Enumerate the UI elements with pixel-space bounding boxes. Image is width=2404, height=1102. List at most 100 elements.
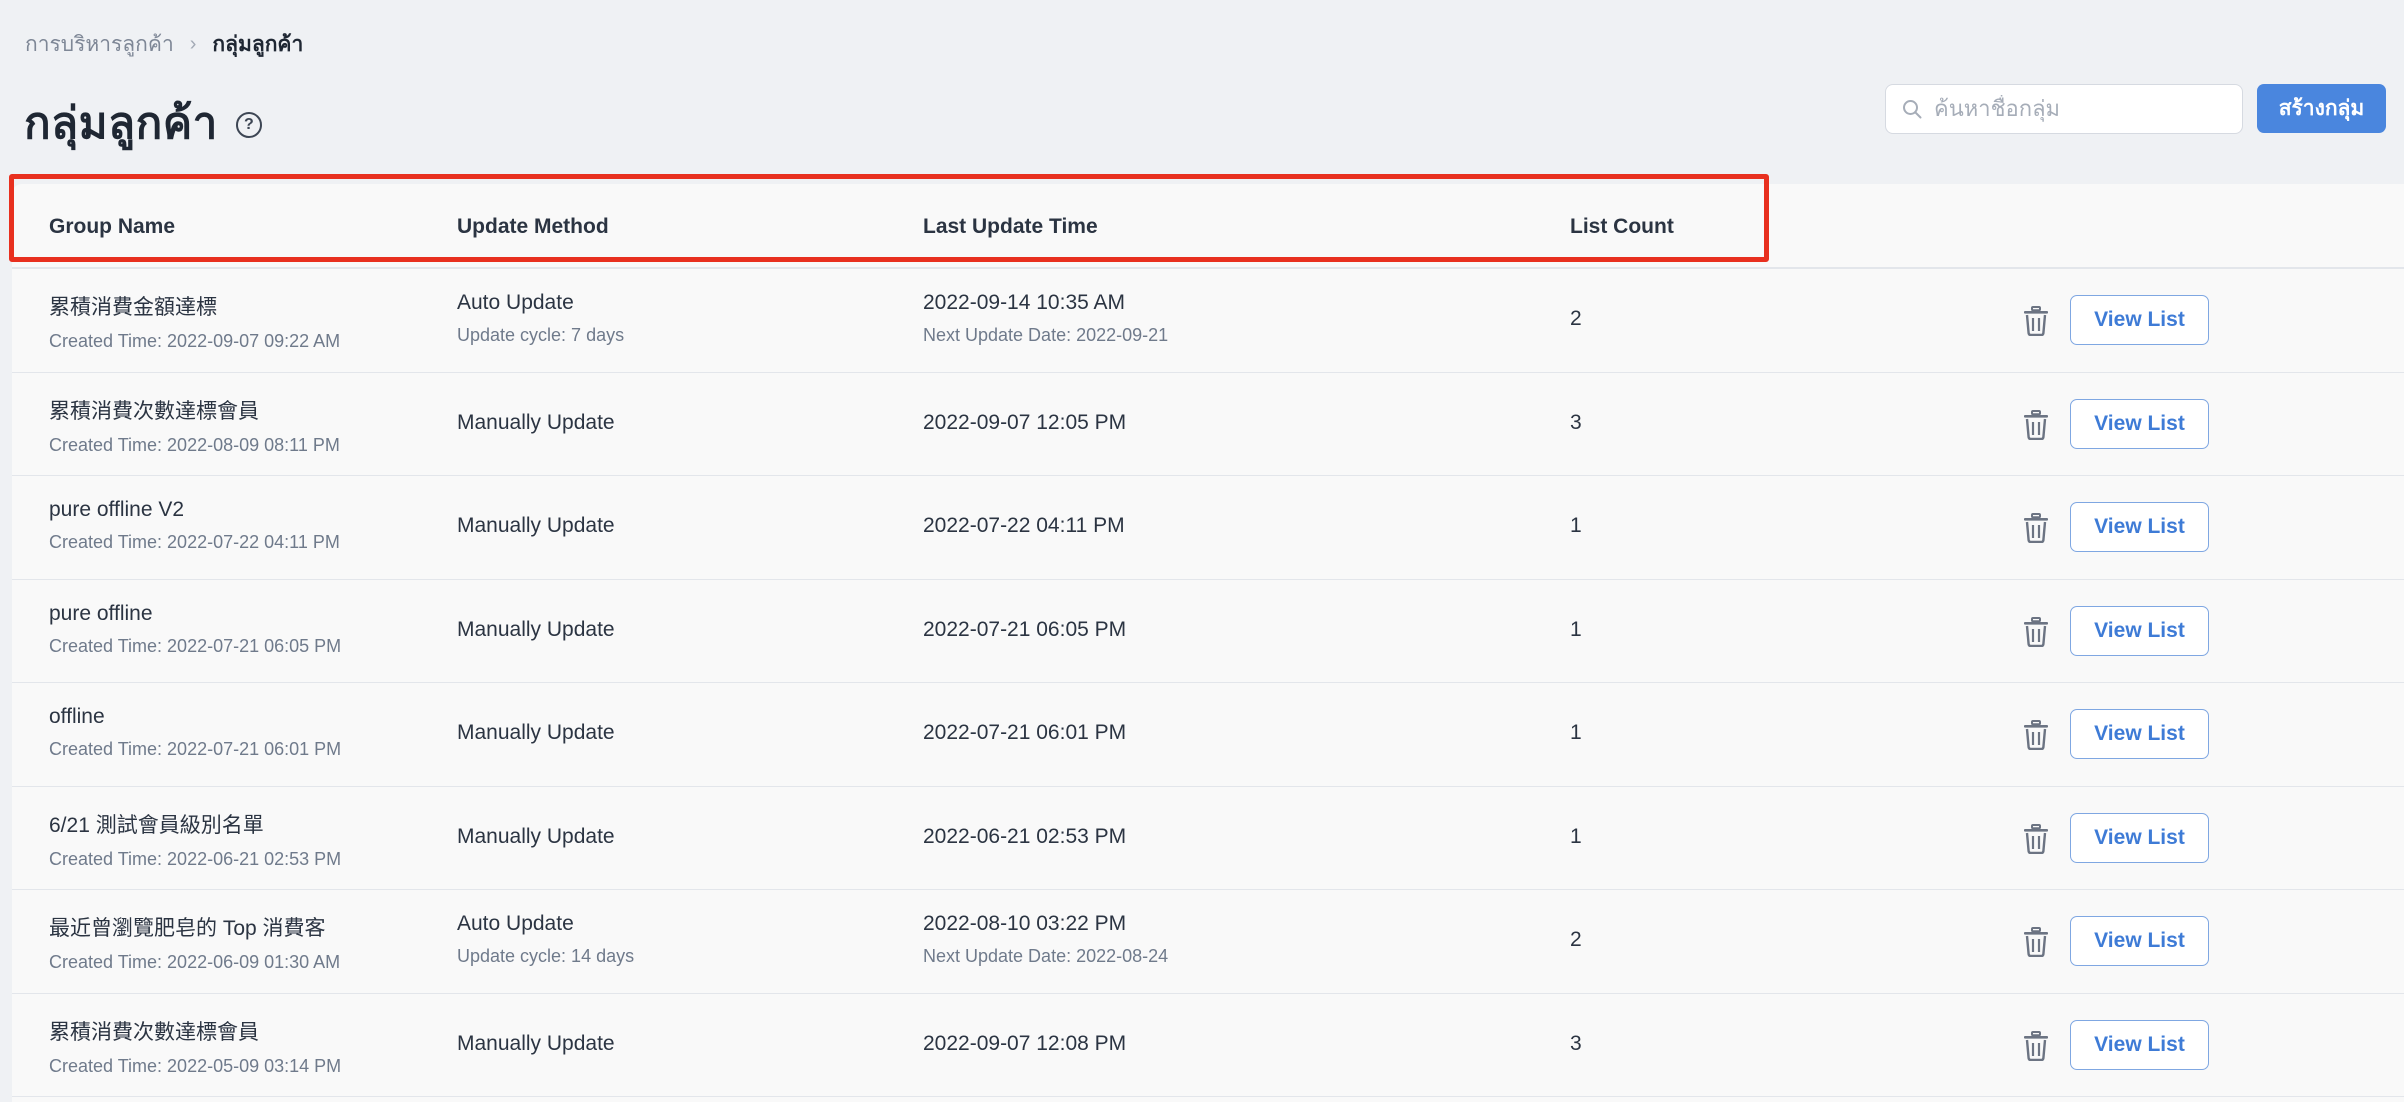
last-update-time: 2022-08-10 03:22 PM: [923, 912, 1127, 935]
update-method-cell: Auto Update Update cycle: 14 days: [457, 912, 634, 967]
group-name: pure offline V2: [49, 498, 185, 521]
list-count-cell: 1: [1570, 825, 1582, 849]
group-name-cell: 累積消費次數達標會員 Created Time: 2022-08-09 08:1…: [49, 395, 340, 456]
last-update-time: 2022-09-07 12:08 PM: [923, 1031, 1127, 1055]
last-update-cell: 2022-09-14 10:35 AM Next Update Date: 20…: [923, 291, 1168, 346]
update-method: Auto Update: [457, 912, 574, 935]
list-count: 3: [1570, 1031, 1582, 1055]
trash-icon[interactable]: [2022, 823, 2050, 854]
next-update-date: Next Update Date: 2022-09-21: [923, 325, 1169, 345]
column-header-update-method: Update Method: [457, 215, 609, 238]
view-list-button[interactable]: View List: [2070, 605, 2209, 656]
created-time: Created Time: 2022-07-22 04:11 PM: [49, 532, 340, 552]
group-name-cell: 累積消費次數達標會員 Created Time: 2022-05-09 03:1…: [49, 1016, 341, 1077]
chevron-right-icon: ›: [189, 33, 197, 55]
list-count-cell: 2: [1570, 928, 1582, 952]
created-time: Created Time: 2022-06-21 02:53 PM: [49, 848, 342, 869]
list-count-cell: 1: [1570, 721, 1582, 745]
list-count-cell: 3: [1570, 1032, 1582, 1056]
update-method-cell: Manually Update: [457, 514, 615, 538]
view-list-button[interactable]: View List: [2070, 398, 2209, 449]
column-header-group-name: Group Name: [49, 215, 176, 238]
breadcrumb-item-current: กลุ่มลูกค้า: [212, 33, 304, 56]
table-row-1: 累積消費金額達標 Created Time: 2022-09-07 09:22 …: [12, 269, 2404, 373]
create-group-button[interactable]: สร้างกลุ่ม: [2257, 84, 2386, 133]
view-list-button[interactable]: View List: [2070, 1019, 2209, 1070]
next-update-date: Next Update Date: 2022-08-24: [923, 946, 1169, 966]
column-header-list-count: List Count: [1570, 215, 1674, 238]
trash-icon[interactable]: [2022, 513, 2050, 543]
group-name: 累積消費次數達標會員: [49, 1020, 259, 1044]
update-method: Manually Update: [457, 721, 615, 744]
group-name-cell: pure offline V2 Created Time: 2022-07-22…: [49, 498, 340, 553]
breadcrumb-item-customer-management[interactable]: การบริหารลูกค้า: [25, 28, 174, 61]
last-update-cell: 2022-09-07 12:05 PM: [923, 411, 1126, 435]
table-header: Group Name Update Method Last Update Tim…: [12, 184, 2404, 269]
last-update-time: 2022-09-07 12:05 PM: [923, 410, 1127, 434]
list-count: 2: [1570, 307, 1582, 330]
last-update-cell: 2022-06-21 02:53 PM: [923, 825, 1126, 849]
update-method-cell: Manually Update: [457, 825, 615, 849]
created-time: Created Time: 2022-07-21 06:01 PM: [49, 739, 342, 759]
created-time: Created Time: 2022-06-09 01:30 AM: [49, 952, 341, 972]
table-row-2: 累積消費次數達標會員 Created Time: 2022-08-09 08:1…: [12, 373, 2404, 476]
last-update-time: 2022-09-14 10:35 AM: [923, 291, 1125, 314]
group-name: 6/21 測試會員級別名單: [49, 813, 264, 837]
update-method: Manually Update: [457, 824, 615, 848]
group-name-cell: 最近曾瀏覽肥皂的 Top 消費客 Created Time: 2022-06-0…: [49, 912, 340, 973]
last-update-cell: 2022-07-22 04:11 PM: [923, 514, 1125, 538]
view-list-button[interactable]: View List: [2070, 502, 2209, 552]
page-title: กลุ่มลูกค้า: [24, 99, 218, 148]
last-update-cell: 2022-09-07 12:08 PM: [923, 1032, 1126, 1056]
group-name: 最近曾瀏覽肥皂的 Top 消費客: [49, 917, 326, 940]
list-count: 1: [1570, 721, 1582, 744]
view-list-button[interactable]: View List: [2070, 709, 2209, 759]
update-method: Manually Update: [457, 1031, 615, 1055]
last-update-time: 2022-07-21 06:01 PM: [923, 721, 1127, 744]
update-method-cell: Manually Update: [457, 1032, 615, 1056]
column-header-last-update-time: Last Update Time: [923, 215, 1098, 238]
update-method-cell: Manually Update: [457, 411, 615, 435]
search-icon: [1903, 100, 1922, 119]
search-input[interactable]: [1932, 95, 2236, 123]
update-method: Manually Update: [457, 514, 615, 537]
list-count-cell: 2: [1570, 307, 1582, 331]
last-update-time: 2022-07-21 06:05 PM: [923, 617, 1127, 641]
breadcrumb: การบริหารลูกค้า › กลุ่มลูกค้า: [25, 28, 303, 61]
group-name: pure offline: [49, 601, 153, 625]
last-update-cell: 2022-08-10 03:22 PM Next Update Date: 20…: [923, 912, 1168, 967]
created-time: Created Time: 2022-07-21 06:05 PM: [49, 635, 342, 656]
trash-icon[interactable]: [2022, 616, 2050, 647]
trash-icon[interactable]: [2022, 1030, 2050, 1061]
view-list-button[interactable]: View List: [2070, 812, 2209, 863]
trash-icon[interactable]: [2022, 409, 2050, 440]
trash-icon[interactable]: [2022, 720, 2050, 750]
list-count-cell: 1: [1570, 514, 1582, 538]
update-method-cell: Auto Update Update cycle: 7 days: [457, 291, 624, 346]
update-method-cell: Manually Update: [457, 721, 615, 745]
group-name-cell: 6/21 測試會員級別名單 Created Time: 2022-06-21 0…: [49, 809, 341, 870]
list-count: 1: [1570, 824, 1582, 848]
help-circle-icon[interactable]: ?: [235, 112, 262, 138]
group-name: 累積消費次數達標會員: [49, 399, 259, 423]
table-row-3: pure offline V2 Created Time: 2022-07-22…: [12, 476, 2404, 580]
update-method-cell: Manually Update: [457, 618, 615, 642]
update-method: Manually Update: [457, 617, 615, 641]
trash-icon[interactable]: [2022, 306, 2050, 336]
page-title-row: กลุ่มลูกค้า ?: [24, 88, 262, 158]
search-box[interactable]: [1885, 84, 2243, 134]
group-name-cell: offline Created Time: 2022-07-21 06:01 P…: [49, 705, 341, 760]
trash-icon[interactable]: [2022, 927, 2050, 957]
group-name-cell: pure offline Created Time: 2022-07-21 06…: [49, 602, 341, 657]
view-list-button[interactable]: View List: [2070, 916, 2209, 966]
group-name: offline: [49, 705, 105, 728]
group-name: 累積消費金額達標: [49, 296, 217, 319]
customer-group-table: Group Name Update Method Last Update Tim…: [12, 184, 2404, 1102]
table-row-5: offline Created Time: 2022-07-21 06:01 P…: [12, 683, 2404, 787]
list-count: 1: [1570, 514, 1582, 537]
created-time: Created Time: 2022-08-09 08:11 PM: [49, 434, 340, 455]
update-method: Manually Update: [457, 410, 615, 434]
view-list-button[interactable]: View List: [2070, 295, 2209, 345]
last-update-cell: 2022-07-21 06:05 PM: [923, 618, 1126, 642]
last-update-time: 2022-06-21 02:53 PM: [923, 824, 1127, 848]
